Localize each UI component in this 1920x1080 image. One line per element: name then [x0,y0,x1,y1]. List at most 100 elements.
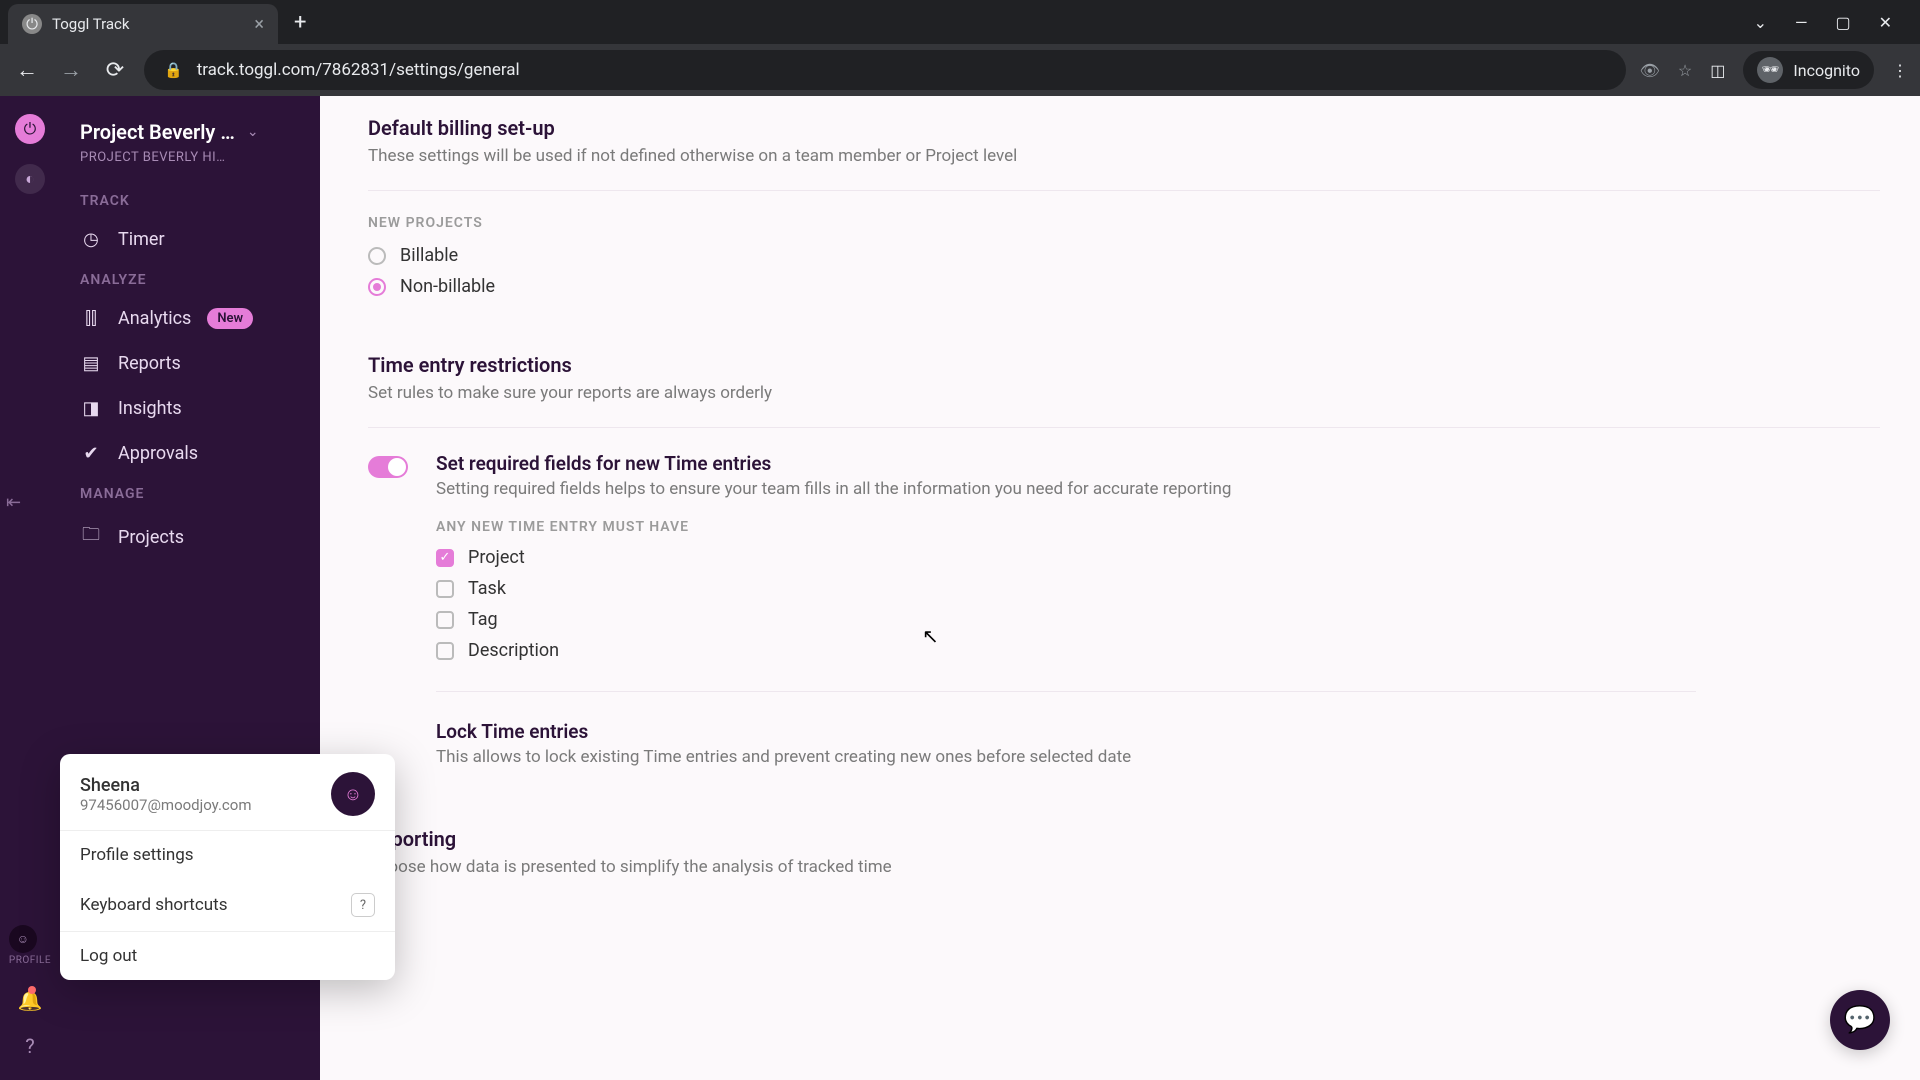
profile-popover: Sheena 97456007@moodjoy.com ☺ Profile se… [60,754,395,980]
timer-icon: ◷ [80,229,102,250]
checkbox-icon [436,642,454,660]
divider [368,427,1880,428]
check-label: Task [468,578,506,599]
tab-favicon: ⏻ [22,14,42,34]
divider [368,190,1880,191]
new-projects-label: NEW PROJECTS [368,215,1880,231]
maximize-icon[interactable]: ▢ [1835,13,1850,32]
reporting-title: Reporting [368,827,1880,851]
back-button[interactable]: ← [12,57,42,83]
approvals-icon: ✔ [80,443,102,464]
new-badge: New [207,308,253,329]
workspace-name: Project Beverly … [80,120,235,144]
lock-title: Lock Time entries [436,720,1880,743]
nav-label: Insights [118,398,182,419]
workspace-subtitle: PROJECT BEVERLY HI… [60,150,320,183]
item-label: Keyboard shortcuts [80,895,227,915]
avatar: ☺ [331,772,375,816]
nav-item-reports[interactable]: ▤ Reports [60,341,320,386]
app-root: ⏻ ◐ Project Beverly … ⌄ PROJECT BEVERLY … [0,96,1920,1080]
checkbox-icon [436,549,454,567]
restrictions-title: Time entry restrictions [368,353,1880,377]
item-label: Profile settings [80,845,194,865]
forward-button[interactable]: → [56,57,86,83]
new-tab-button[interactable]: + [294,10,306,35]
popover-header: Sheena 97456007@moodjoy.com ☺ [60,754,395,830]
reporting-subtitle: Choose how data is presented to simplify… [368,857,1880,877]
nav-label: Timer [118,229,165,250]
extensions-icon[interactable]: ◫ [1710,61,1725,80]
nav-section-manage: MANAGE [60,476,320,510]
sidebar-rail: ⏻ ◐ [0,96,60,1080]
nav-label: Analytics [118,308,191,329]
chat-icon: 💬 [1844,1005,1876,1035]
required-title: Set required fields for new Time entries [436,452,1880,475]
keyboard-shortcuts-item[interactable]: Keyboard shortcuts ? [60,879,395,931]
lock-desc: This allows to lock existing Time entrie… [436,747,1880,767]
checkbox-icon [436,611,454,629]
required-checks: ANY NEW TIME ENTRY MUST HAVE Project Tas… [436,519,1880,661]
folder-icon: 🗀 [80,522,102,552]
radio-non-billable[interactable]: Non-billable [368,276,1880,297]
radio-icon [368,278,386,296]
keyboard-hint: ? [351,893,375,917]
minimize-icon[interactable]: — [1795,13,1808,32]
billing-subtitle: These settings will be used if not defin… [368,146,1880,166]
tab-title: Toggl Track [52,15,130,33]
incognito-icon: 🕶 [1757,57,1783,83]
restrictions-subtitle: Set rules to make sure your reports are … [368,383,1880,403]
divider [436,691,1696,692]
check-tag[interactable]: Tag [436,609,1880,630]
lock-icon: 🔒 [164,61,183,79]
checkbox-icon [436,580,454,598]
check-project[interactable]: Project [436,547,1880,568]
nav-label: Reports [118,353,181,374]
close-window-icon[interactable]: ✕ [1879,13,1892,32]
item-label: Log out [80,946,137,966]
chevron-down-icon: ⌄ [247,124,259,140]
required-fields-toggle[interactable] [368,456,408,478]
nav-item-timer[interactable]: ◷ Timer [60,217,320,262]
workspace-selector[interactable]: Project Beverly … ⌄ [60,112,320,150]
nav-label: Approvals [118,443,198,464]
insights-icon: ◨ [80,398,102,419]
browser-chrome: ⏻ Toggl Track × + ⌄ — ▢ ✕ ← → ⟳ 🔒 track.… [0,0,1920,96]
tab-bar: ⏻ Toggl Track × + ⌄ — ▢ ✕ [0,0,1920,44]
check-label: Tag [468,609,498,630]
url-input[interactable]: 🔒 track.toggl.com/7862831/settings/gener… [144,50,1626,90]
chat-button[interactable]: 💬 [1830,990,1890,1050]
window-controls: ⌄ — ▢ ✕ [1754,13,1912,32]
sidebar: ⏻ ◐ Project Beverly … ⌄ PROJECT BEVERLY … [0,96,320,1080]
nav-item-projects[interactable]: 🗀 Projects [60,510,320,564]
nav-section-track: TRACK [60,183,320,217]
url-text: track.toggl.com/7862831/settings/general [197,60,520,80]
browser-tab[interactable]: ⏻ Toggl Track × [8,4,278,44]
radio-icon [368,247,386,265]
incognito-indicator[interactable]: 🕶 Incognito [1743,51,1874,89]
clock-icon[interactable]: ◐ [15,164,45,194]
check-label: Description [468,640,559,661]
logout-item[interactable]: Log out [60,932,395,980]
radio-billable[interactable]: Billable [368,245,1880,266]
reload-button[interactable]: ⟳ [100,58,130,83]
eye-off-icon[interactable]: 👁 [1640,61,1660,80]
address-bar: ← → ⟳ 🔒 track.toggl.com/7862831/settings… [0,44,1920,96]
billing-title: Default billing set-up [368,116,1880,140]
incognito-label: Incognito [1793,61,1860,80]
chevron-down-icon[interactable]: ⌄ [1754,13,1767,32]
power-icon[interactable]: ⏻ [15,114,45,144]
nav-item-approvals[interactable]: ✔ Approvals [60,431,320,476]
nav-item-analytics[interactable]: ⫿⫿ Analytics New [60,296,320,341]
nav-section-analyze: ANALYZE [60,262,320,296]
nav-item-insights[interactable]: ◨ Insights [60,386,320,431]
required-fields-block: Set required fields for new Time entries… [368,452,1880,499]
menu-icon[interactable]: ⋮ [1892,61,1908,80]
profile-settings-item[interactable]: Profile settings [60,831,395,879]
check-description[interactable]: Description [436,640,1880,661]
required-desc: Setting required fields helps to ensure … [436,479,1880,499]
radio-label: Billable [400,245,458,266]
star-icon[interactable]: ☆ [1678,61,1692,80]
check-task[interactable]: Task [436,578,1880,599]
close-icon[interactable]: × [254,14,264,35]
user-name: Sheena [80,775,252,796]
